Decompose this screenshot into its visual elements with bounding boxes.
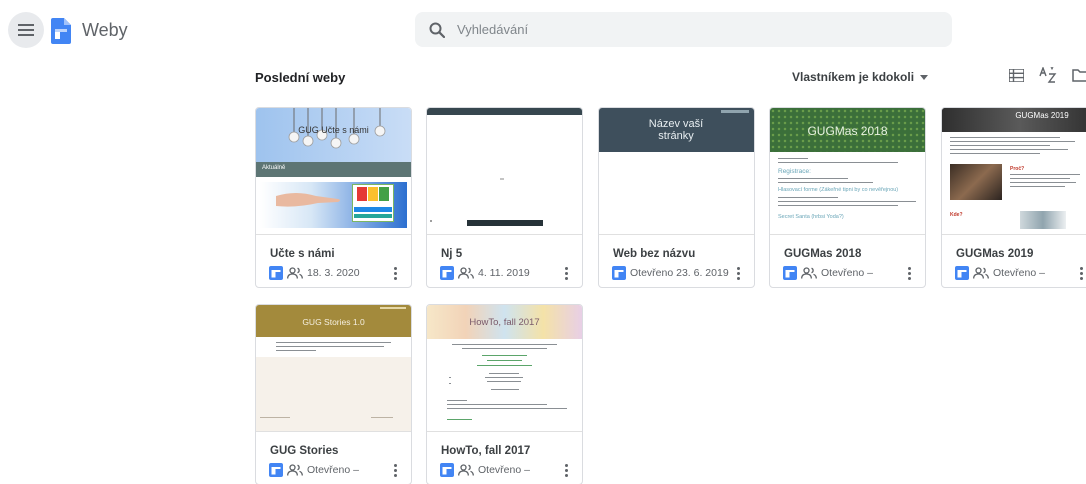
sites-home: Weby Poslední weby Vlastníkem je kdokoli (0, 0, 1086, 484)
search-input[interactable] (457, 14, 937, 45)
more-options-button[interactable] (560, 460, 572, 480)
caret-down-icon (920, 74, 929, 80)
thumbnail-heading: Secret Santa (hrbsi Yoda?) (778, 214, 844, 220)
search-button[interactable] (417, 12, 457, 47)
site-meta: Otevřeno – (269, 462, 359, 478)
site-title[interactable]: Nj 5 (441, 248, 462, 260)
site-thumbnail[interactable]: GUG Stories 1.0 (256, 305, 411, 432)
sites-file-icon (269, 463, 283, 477)
shared-icon (458, 464, 474, 476)
sort-button[interactable] (1036, 64, 1060, 86)
site-card[interactable]: GUGMas 2019 Proč? Kde? GUGMas 2019 Otevř… (941, 107, 1086, 288)
list-view-icon (1008, 68, 1024, 82)
folder-button[interactable] (1068, 64, 1086, 86)
thumbnail-heading: Hlasovací forme (Zákeřné tipni by co nev… (778, 187, 899, 193)
site-card[interactable]: HowTo, fall 2017 HowTo, fall 2017 Otevře… (426, 304, 583, 484)
sites-file-icon (783, 266, 797, 280)
site-title[interactable]: Učte s námi (270, 248, 335, 260)
more-options-button[interactable] (732, 263, 744, 283)
shared-icon (973, 267, 989, 279)
site-card[interactable]: GUG Učte s námi Aktuálně Učte s námi 18.… (255, 107, 412, 288)
site-card[interactable]: GUG Stories 1.0 GUG Stories Otevřeno – (255, 304, 412, 484)
shared-icon (287, 267, 303, 279)
site-title[interactable]: Web bez názvu (613, 248, 695, 260)
hamburger-menu-icon (18, 24, 34, 36)
more-options-button[interactable] (560, 263, 572, 283)
more-options-button[interactable] (1075, 263, 1086, 283)
site-meta: Otevřeno – (955, 265, 1045, 281)
site-title[interactable]: GUGMas 2018 (784, 248, 861, 260)
site-card[interactable]: Název vaší stránky Web bez názvu Otevřen… (598, 107, 755, 288)
site-meta: Otevřeno – (440, 462, 530, 478)
thumbnail-banner-text: GUG Učte s námi (298, 125, 369, 135)
site-title[interactable]: GUGMas 2019 (956, 248, 1033, 260)
site-card[interactable]: Nj 5 4. 11. 2019 (426, 107, 583, 288)
owner-filter-label: Vlastníkem je kdokoli (792, 70, 915, 84)
site-thumbnail[interactable]: Název vaší stránky (599, 108, 754, 235)
list-view-button[interactable] (1004, 64, 1028, 86)
site-meta: 4. 11. 2019 (440, 265, 530, 281)
site-thumbnail[interactable]: GUG Učte s námi Aktuálně (256, 108, 411, 235)
main-menu-button[interactable] (8, 12, 44, 48)
search-bar[interactable] (415, 12, 952, 47)
search-icon (429, 22, 445, 38)
sites-file-icon (440, 266, 454, 280)
shared-icon (801, 267, 817, 279)
shared-icon (458, 267, 474, 279)
section-title: Poslední weby (255, 70, 346, 85)
thumbnail-label: Kde? (950, 212, 963, 218)
site-thumbnail[interactable]: HowTo, fall 2017 (427, 305, 582, 432)
site-thumbnail[interactable]: GUGMas 2018 Registrace: Hlasovací forme … (770, 108, 925, 235)
sites-file-icon (269, 266, 283, 280)
site-thumbnail[interactable] (427, 108, 582, 235)
thumbnail-banner-text: GUGMas 2019 (1015, 111, 1069, 120)
recent-sites-grid: GUG Učte s námi Aktuálně Učte s námi 18.… (255, 107, 1086, 484)
site-date: 18. 3. 2020 (307, 267, 360, 279)
site-date: Otevřeno – (307, 464, 359, 476)
site-title[interactable]: HowTo, fall 2017 (441, 445, 530, 457)
site-card[interactable]: GUGMas 2018 Registrace: Hlasovací forme … (769, 107, 926, 288)
thumbnail-heading: Registrace: (778, 168, 811, 175)
sites-file-icon (612, 266, 626, 280)
more-options-button[interactable] (903, 263, 915, 283)
site-date: 4. 11. 2019 (478, 267, 530, 279)
site-thumbnail[interactable]: GUGMas 2019 Proč? Kde? (942, 108, 1086, 235)
site-date: Otevřeno – (993, 267, 1045, 279)
more-options-button[interactable] (389, 460, 401, 480)
owner-filter-dropdown[interactable]: Vlastníkem je kdokoli (792, 67, 929, 87)
sites-logo-icon[interactable] (51, 18, 71, 44)
sites-file-icon (955, 266, 969, 280)
app-name[interactable]: Weby (82, 20, 128, 41)
hand-illustration (276, 193, 340, 207)
thumbnail-banner-text: GUG Stories 1.0 (302, 317, 365, 327)
lightbulbs-illustration (288, 108, 386, 149)
site-meta: Otevřeno 23. 6. 2019 (612, 265, 729, 281)
thumbnail-banner-text: GUGMas 2018 (807, 124, 888, 138)
site-date: Otevřeno – (478, 464, 530, 476)
site-meta: 18. 3. 2020 (269, 265, 360, 281)
sites-file-icon (440, 463, 454, 477)
thumbnail-banner-text: Název vaší stránky (648, 118, 704, 142)
site-date: Otevřeno – (821, 267, 873, 279)
more-options-button[interactable] (389, 263, 401, 283)
site-date: Otevřeno 23. 6. 2019 (630, 267, 729, 279)
sort-az-icon (1039, 67, 1057, 83)
folder-icon (1071, 68, 1086, 82)
site-title[interactable]: GUG Stories (270, 445, 338, 457)
thumbnail-label: Proč? (1010, 166, 1025, 172)
site-meta: Otevřeno – (783, 265, 873, 281)
thumbnail-nav-text: Aktuálně (262, 165, 286, 171)
shared-icon (287, 464, 303, 476)
thumbnail-banner-text: HowTo, fall 2017 (469, 317, 540, 328)
